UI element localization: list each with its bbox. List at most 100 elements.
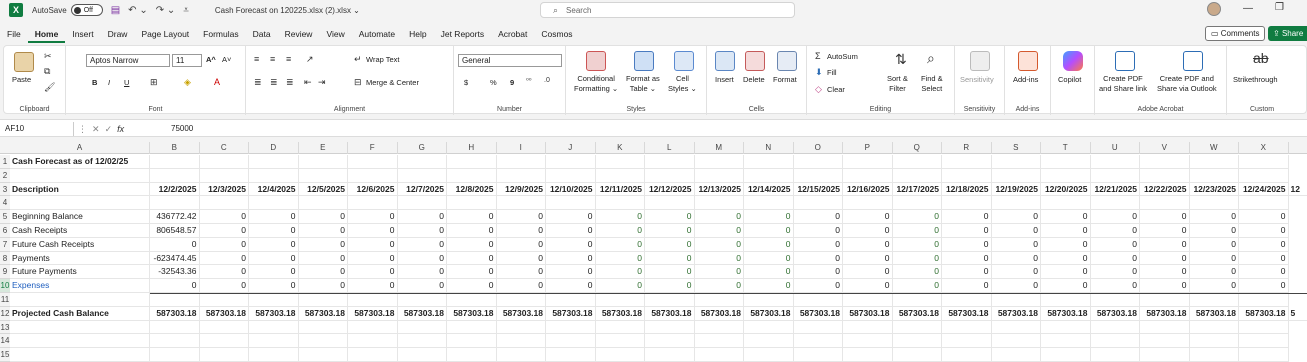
column-header-g[interactable]: G xyxy=(398,142,447,154)
date-header-cell[interactable]: 12/24/2025 xyxy=(1239,182,1289,197)
clear-icon[interactable]: ◇ xyxy=(815,84,822,95)
value-cell[interactable]: 0 xyxy=(793,210,843,224)
format-as-table-button[interactable]: Format as Table ⌄ xyxy=(626,74,660,94)
grid-cell[interactable] xyxy=(1239,320,1289,335)
grid-cell[interactable] xyxy=(1090,155,1140,169)
value-cell[interactable]: 0 xyxy=(843,237,893,252)
date-header-cell[interactable]: 12/3/2025 xyxy=(199,182,249,197)
minimize-icon[interactable]: — xyxy=(1243,3,1253,14)
grid-cell[interactable] xyxy=(447,293,497,307)
grid-cell[interactable] xyxy=(249,155,299,169)
insert-cells-button[interactable]: Insert xyxy=(715,75,734,85)
grid-cell[interactable] xyxy=(793,293,843,307)
grid-cell[interactable] xyxy=(397,348,447,362)
grid-cell[interactable] xyxy=(447,334,497,349)
row-header-2[interactable]: 2 xyxy=(0,168,10,183)
value-cell[interactable]: 0 xyxy=(595,279,645,293)
value-cell[interactable]: 0 xyxy=(1239,224,1289,238)
value-cell[interactable]: 0 xyxy=(1090,265,1140,280)
line-label-cell[interactable]: Payments xyxy=(10,251,150,266)
value-cell[interactable]: 0 xyxy=(397,237,447,252)
tab-acrobat[interactable]: Acrobat xyxy=(491,25,534,43)
grid-cell[interactable] xyxy=(447,348,497,362)
tab-page-layout[interactable]: Page Layout xyxy=(134,25,196,43)
grid-cell[interactable] xyxy=(843,348,893,362)
grid-cell[interactable] xyxy=(348,168,398,183)
grid-cell[interactable] xyxy=(991,293,1041,307)
description-header-cell[interactable]: Description xyxy=(10,182,150,197)
grid-cell[interactable] xyxy=(10,168,150,183)
row-header-6[interactable]: 6 xyxy=(0,224,10,238)
value-cell[interactable]: 0 xyxy=(546,224,596,238)
date-header-cell[interactable]: 12/17/2025 xyxy=(892,182,942,197)
format-as-table-icon[interactable] xyxy=(634,51,654,71)
create-pdf-share-link-button[interactable]: Create PDF and Share link xyxy=(1099,74,1147,94)
grid-cell[interactable] xyxy=(793,334,843,349)
value-cell[interactable]: 0 xyxy=(348,210,398,224)
column-header-m[interactable]: M xyxy=(695,142,744,154)
value-cell[interactable]: 0 xyxy=(892,265,942,280)
align-center-icon[interactable]: ≣ xyxy=(270,77,278,88)
value-cell[interactable]: 0 xyxy=(546,265,596,280)
paste-button[interactable]: Paste xyxy=(12,75,31,85)
grid-cell[interactable] xyxy=(1189,196,1239,211)
grid-cell[interactable] xyxy=(348,320,398,335)
value-cell[interactable]: 0 xyxy=(991,279,1041,293)
value-cell[interactable]: 0 xyxy=(1189,265,1239,280)
column-header-q[interactable]: Q xyxy=(893,142,942,154)
value-cell[interactable]: 0 xyxy=(892,210,942,224)
projected-value-cell[interactable]: 587303.18 xyxy=(645,306,695,321)
grid-cell[interactable] xyxy=(546,320,596,335)
projected-value-cell[interactable]: 587303.18 xyxy=(694,306,744,321)
value-cell[interactable]: 0 xyxy=(744,251,794,266)
grid-cell[interactable] xyxy=(199,334,249,349)
restore-icon[interactable]: ❐ xyxy=(1275,2,1284,13)
grid-cell[interactable] xyxy=(744,155,794,169)
find-select-button[interactable]: Find & Select xyxy=(921,74,943,94)
value-cell[interactable]: -623474.45 xyxy=(150,251,200,266)
formula-input[interactable]: 75000 xyxy=(171,122,193,136)
grid-cell[interactable] xyxy=(1090,196,1140,211)
grid-cell[interactable] xyxy=(1189,155,1239,169)
value-cell[interactable]: 0 xyxy=(843,210,893,224)
redo-icon[interactable]: ↷ ⌄ xyxy=(156,5,176,16)
row-header-11[interactable]: 11 xyxy=(0,293,10,307)
align-right-icon[interactable]: ≣ xyxy=(286,77,294,88)
grid-cell[interactable] xyxy=(10,293,150,307)
value-cell[interactable]: 0 xyxy=(645,251,695,266)
value-cell[interactable]: 0 xyxy=(249,224,299,238)
value-cell[interactable]: 0 xyxy=(249,265,299,280)
value-cell[interactable]: -32543.36 xyxy=(150,265,200,280)
value-cell[interactable]: 0 xyxy=(199,224,249,238)
value-cell[interactable]: 0 xyxy=(1239,265,1289,280)
grid-cell[interactable] xyxy=(397,334,447,349)
value-cell[interactable]: 0 xyxy=(1239,237,1289,252)
grid-cell[interactable] xyxy=(298,155,348,169)
projected-value-cell[interactable]: 587303.18 xyxy=(397,306,447,321)
grid-cell[interactable] xyxy=(1189,168,1239,183)
value-cell[interactable]: 0 xyxy=(1140,251,1190,266)
value-cell[interactable]: 0 xyxy=(1090,251,1140,266)
sheet-title-cell[interactable]: Cash Forecast as of 12/02/25 xyxy=(10,155,200,169)
date-header-cell[interactable]: 12 xyxy=(1288,183,1307,197)
grid-cell[interactable] xyxy=(546,348,596,362)
grid-cell[interactable] xyxy=(348,293,398,307)
tab-view[interactable]: View xyxy=(319,25,351,43)
date-header-cell[interactable]: 12/10/2025 xyxy=(546,182,596,197)
format-cells-button[interactable]: Format xyxy=(773,75,797,85)
addins-icon[interactable] xyxy=(1018,51,1038,71)
grid-cell[interactable] xyxy=(793,168,843,183)
tab-cosmos[interactable]: Cosmos xyxy=(534,25,579,43)
value-cell[interactable]: 0 xyxy=(397,251,447,266)
grid-cell[interactable] xyxy=(1041,196,1091,211)
grid-cell[interactable] xyxy=(1239,334,1289,349)
value-cell[interactable]: 0 xyxy=(595,251,645,266)
value-cell[interactable]: 0 xyxy=(348,224,398,238)
comments-button[interactable]: ▭ Comments xyxy=(1205,26,1266,41)
value-cell[interactable]: 0 xyxy=(942,237,992,252)
grid-cell[interactable] xyxy=(496,293,546,307)
grid-cell[interactable] xyxy=(1189,334,1239,349)
grid-cell[interactable] xyxy=(1189,293,1239,307)
tab-draw[interactable]: Draw xyxy=(101,25,135,43)
grid-cell[interactable] xyxy=(447,155,497,169)
